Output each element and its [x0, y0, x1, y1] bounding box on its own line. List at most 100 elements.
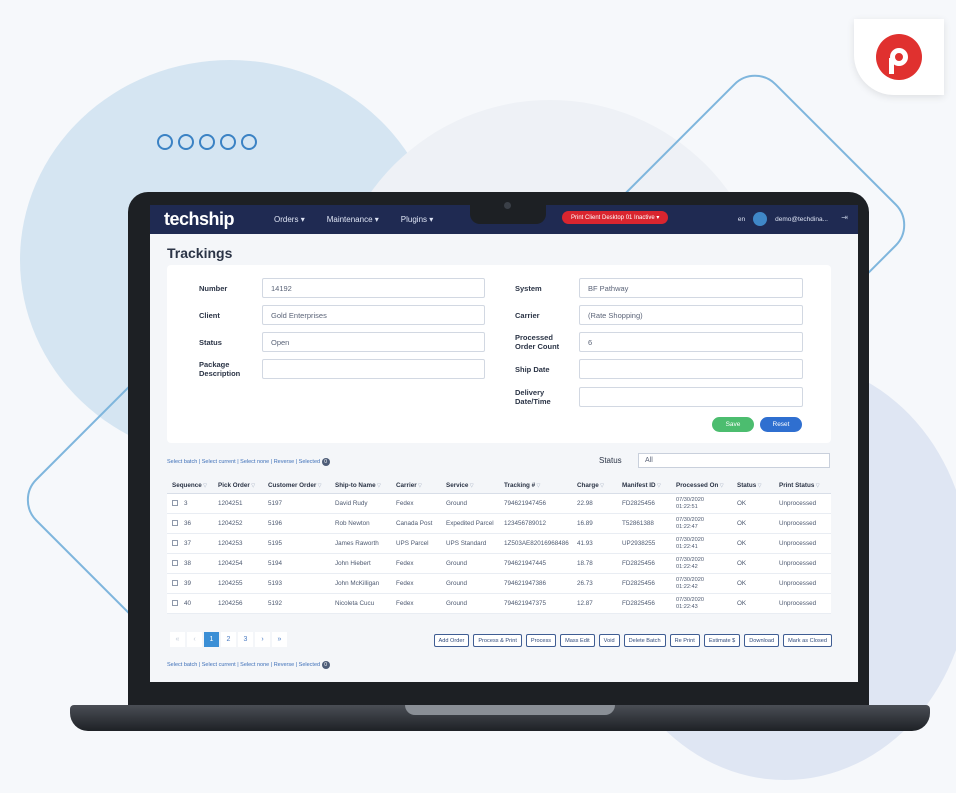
table-cell: Unprocessed	[779, 500, 817, 507]
table-cell: Unprocessed	[779, 520, 817, 527]
reprint-button[interactable]: Re Print	[669, 634, 700, 647]
batch-selector-bottom[interactable]: Select batch | Select current | Select n…	[167, 661, 330, 669]
camera-notch	[470, 194, 546, 224]
print-client-status-dropdown[interactable]: Print Client Desktop 01 Inactive	[562, 211, 669, 224]
sequence-value: 40	[184, 600, 192, 607]
first-page-button[interactable]: «	[170, 632, 185, 647]
action-toolbar: Add Order Process & Print Process Mass E…	[433, 634, 832, 647]
save-button[interactable]: Save	[712, 417, 754, 432]
app-logo[interactable]: techship	[164, 209, 235, 230]
col-customer-order[interactable]: Customer Order	[263, 482, 330, 489]
estimate-button[interactable]: Estimate $	[703, 634, 741, 647]
next-page-button[interactable]: ›	[255, 632, 270, 647]
col-manifest[interactable]: Manifest ID	[617, 482, 671, 489]
page-1-button[interactable]: 1	[204, 632, 219, 647]
table-cell: 1204253	[218, 540, 243, 547]
row-checkbox[interactable]	[172, 560, 178, 567]
nav-orders[interactable]: Orders	[274, 215, 305, 224]
delete-batch-button[interactable]: Delete Batch	[623, 634, 666, 647]
carrier-field[interactable]: (Rate Shopping)	[579, 305, 803, 325]
processed-count-field[interactable]: 6	[579, 332, 803, 352]
dot-icon	[220, 134, 236, 150]
table-cell: Nicoleta Cucu	[335, 600, 375, 607]
last-page-button[interactable]: »	[272, 632, 287, 647]
table-row[interactable]: 37 1204253 5195 James Raworth UPS Parcel UPS …	[167, 534, 831, 554]
processed-time: 01:22:51	[676, 503, 698, 510]
batch-selector-top[interactable]: Select batch | Select current | Select n…	[167, 458, 330, 466]
row-checkbox[interactable]	[172, 540, 178, 547]
logout-icon[interactable]: ⇥	[841, 213, 848, 222]
table-cell: James Raworth	[335, 540, 379, 547]
table-cell: FD2825456	[622, 600, 655, 607]
table-cell: 5197	[268, 500, 283, 507]
col-carrier[interactable]: Carrier	[391, 482, 441, 489]
selected-count-badge: 0	[321, 458, 330, 466]
process-button[interactable]: Process	[525, 634, 557, 647]
batch-links[interactable]: Select batch | Select current | Select n…	[167, 459, 320, 465]
batch-links[interactable]: Select batch | Select current | Select n…	[167, 662, 320, 668]
delivery-field[interactable]	[579, 387, 803, 407]
row-checkbox[interactable]	[172, 520, 178, 527]
row-checkbox[interactable]	[172, 500, 178, 507]
number-field[interactable]: 14192	[262, 278, 485, 298]
table-cell: OK	[737, 500, 747, 507]
col-charge[interactable]: Charge	[572, 482, 617, 489]
table-cell: John McKilligan	[335, 580, 380, 587]
add-order-button[interactable]: Add Order	[433, 634, 470, 647]
table-row[interactable]: 36 1204252 5196 Rob Newton Canada Post Expedi…	[167, 514, 831, 534]
processed-on-cell: 07/30/2020 01:22:43	[671, 597, 732, 610]
table-cell: FD2825456	[622, 500, 655, 507]
col-status[interactable]: Status	[732, 482, 774, 489]
client-field[interactable]: Gold Enterprises	[262, 305, 485, 325]
table-cell: David Rudy	[335, 500, 368, 507]
mass-edit-button[interactable]: Mass Edit	[560, 634, 595, 647]
table-cell: UPS Parcel	[396, 540, 429, 547]
user-menu[interactable]: demo@techdina...	[775, 216, 828, 223]
void-button[interactable]: Void	[598, 634, 620, 647]
sequence-value: 39	[184, 580, 192, 587]
table-row[interactable]: 40 1204256 5192 Nicoleta Cucu Fedex Ground 794…	[167, 594, 831, 614]
table-cell: Fedex	[396, 500, 414, 507]
col-pick-order[interactable]: Pick Order	[213, 482, 263, 489]
table-cell: OK	[737, 560, 747, 567]
process-print-button[interactable]: Process & Print	[473, 634, 522, 647]
decorative-dots	[157, 134, 257, 150]
nav-plugins[interactable]: Plugins	[401, 215, 434, 224]
row-checkbox[interactable]	[172, 580, 178, 587]
table-row[interactable]: 39 1204255 5193 John McKilligan Fedex Ground 7…	[167, 574, 831, 594]
ship-date-field[interactable]	[579, 359, 803, 379]
col-sequence[interactable]: Sequence	[167, 482, 213, 489]
nav-maintenance[interactable]: Maintenance	[327, 215, 379, 224]
status-field[interactable]: Open	[262, 332, 485, 352]
brand-badge	[854, 19, 944, 95]
table-row[interactable]: 3 1204251 5197 David Rudy Fedex Ground 7946219…	[167, 494, 831, 514]
download-dropdown[interactable]: Download	[744, 634, 780, 647]
language-dropdown[interactable]: en	[738, 216, 745, 223]
col-processed-on[interactable]: Processed On	[671, 482, 732, 489]
trackings-table: Sequence Pick Order Customer Order Ship-…	[167, 477, 831, 614]
package-description-field[interactable]	[262, 359, 485, 379]
col-tracking[interactable]: Tracking #	[499, 482, 572, 489]
table-cell: Unprocessed	[779, 600, 817, 607]
col-ship-to[interactable]: Ship-to Name	[330, 482, 391, 489]
row-checkbox[interactable]	[172, 600, 178, 607]
reset-button[interactable]: Reset	[760, 417, 802, 432]
system-field[interactable]: BF Pathway	[579, 278, 803, 298]
prev-page-button[interactable]: ‹	[187, 632, 202, 647]
col-print-status[interactable]: Print Status	[774, 482, 831, 489]
table-cell: Ground	[446, 580, 468, 587]
table-cell: OK	[737, 600, 747, 607]
carrier-label: Carrier	[515, 311, 540, 320]
page-3-button[interactable]: 3	[238, 632, 253, 647]
status-filter-input[interactable]: All	[638, 453, 830, 468]
app-screen: techship Orders Maintenance Plugins Prin…	[150, 205, 858, 682]
table-cell: 22.98	[577, 500, 593, 507]
page-2-button[interactable]: 2	[221, 632, 236, 647]
col-service[interactable]: Service	[441, 482, 499, 489]
table-row[interactable]: 38 1204254 5194 John Hiebert Fedex Ground 7946…	[167, 554, 831, 574]
avatar[interactable]	[753, 212, 768, 226]
sequence-cell: 40	[167, 600, 213, 607]
mark-closed-button[interactable]: Mark as Closed	[783, 634, 832, 647]
table-cell: 794621947445	[504, 560, 547, 567]
table-cell: 1204256	[218, 600, 243, 607]
